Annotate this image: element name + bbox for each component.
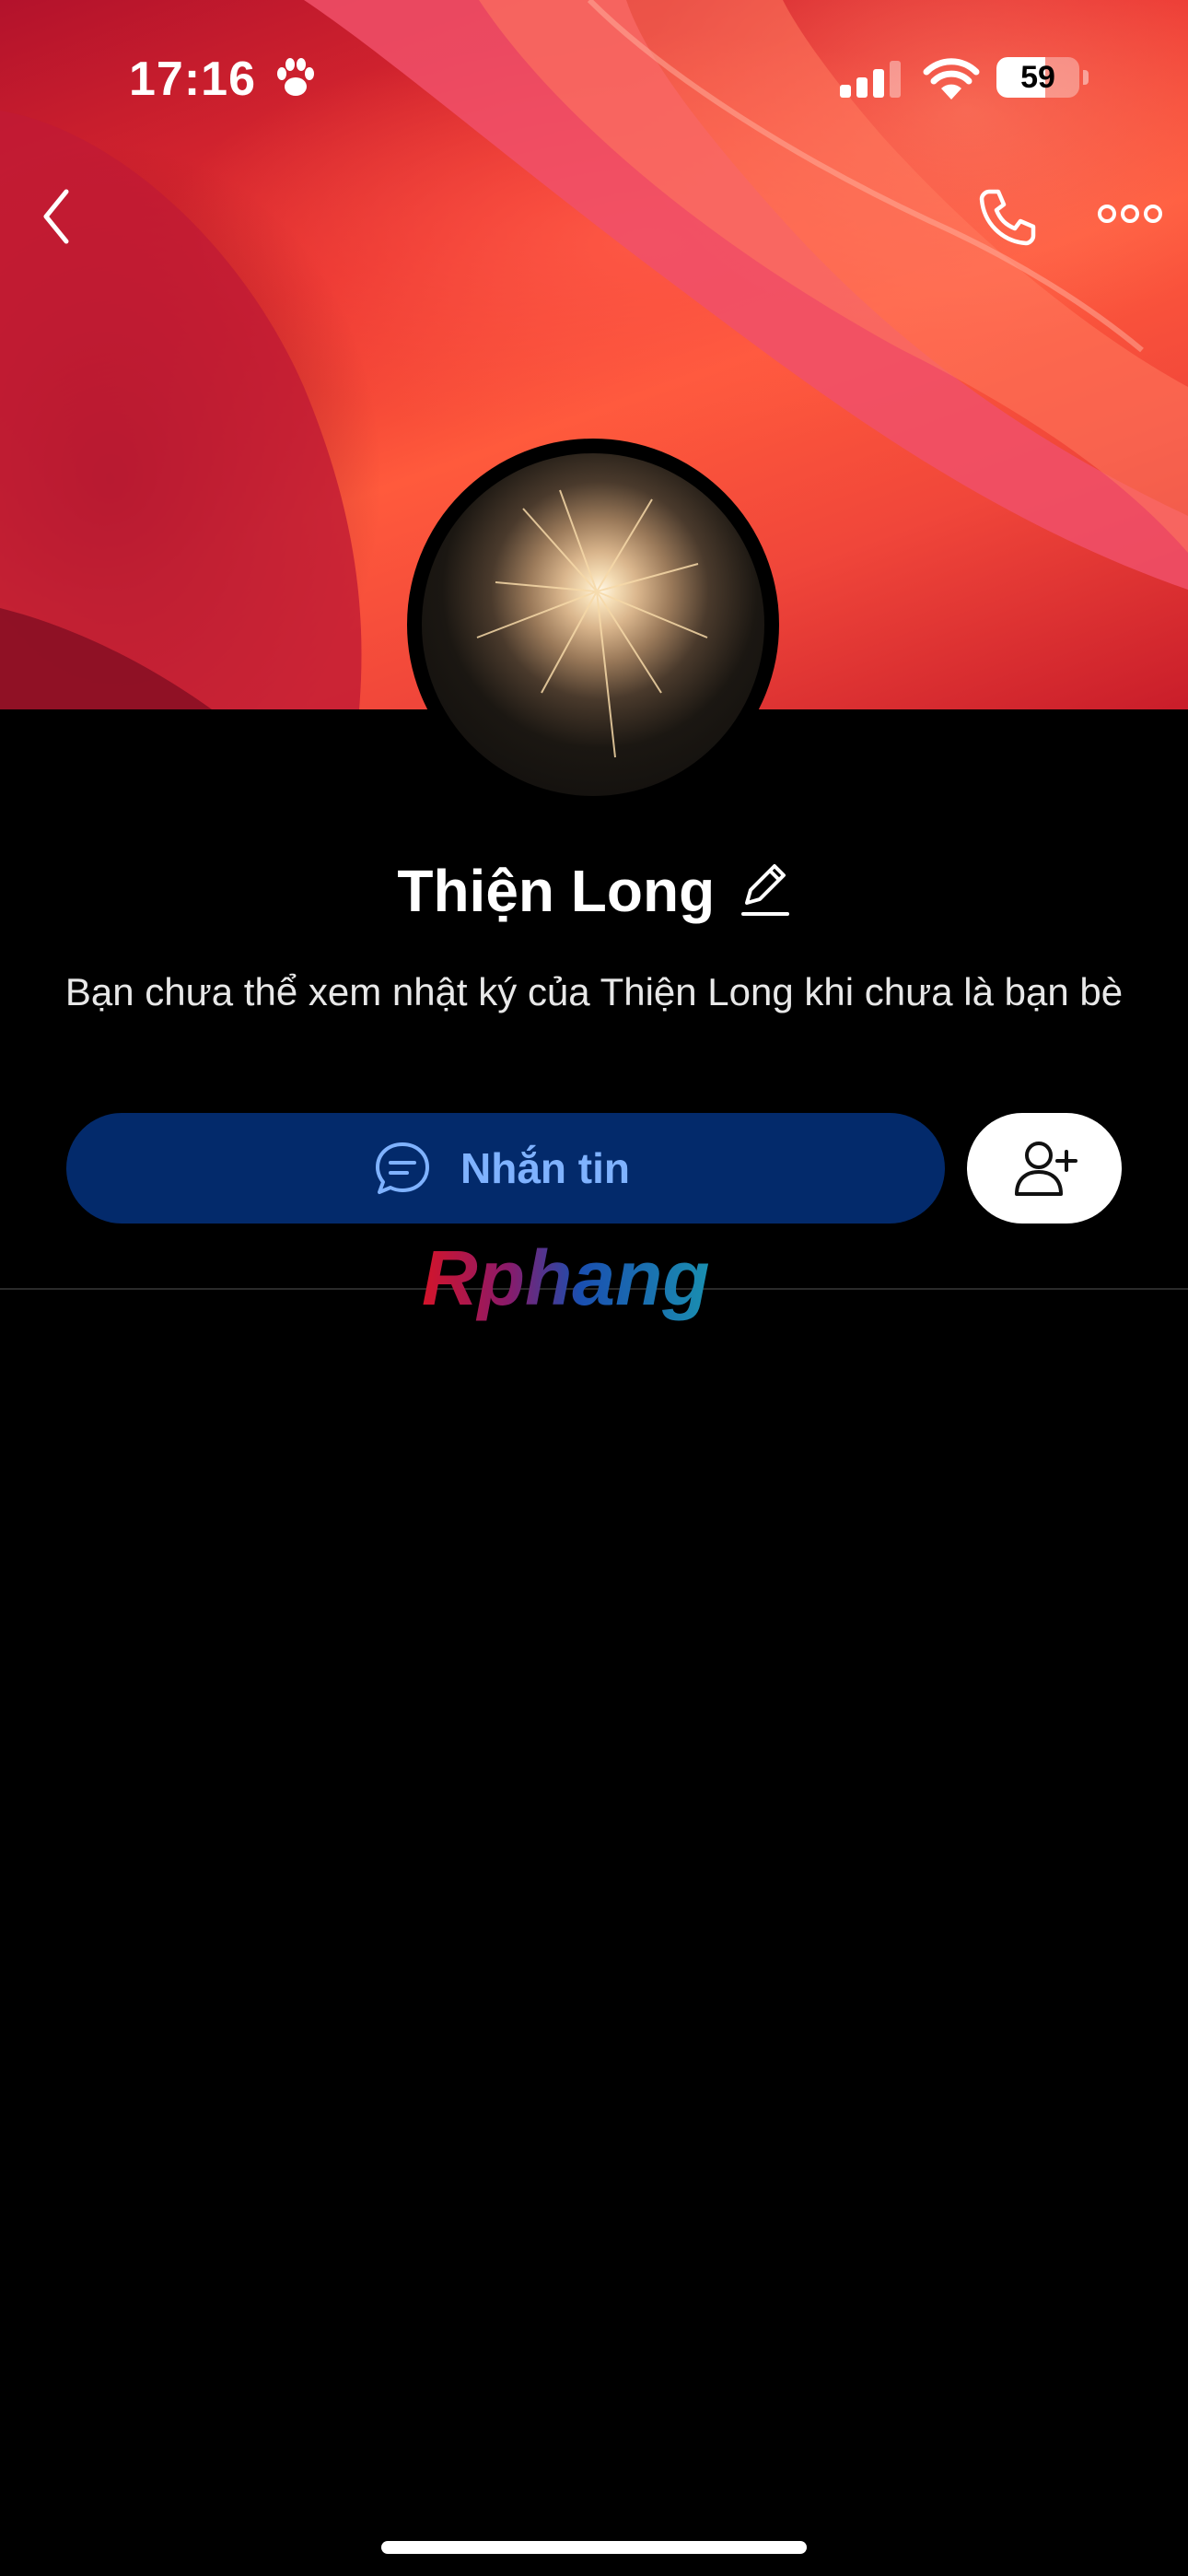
avatar[interactable] (407, 439, 779, 811)
battery-tip (1083, 70, 1089, 85)
battery-icon: 59 (996, 57, 1079, 98)
watermark-text: Rphang (422, 1238, 710, 1321)
edit-pencil-icon[interactable] (740, 862, 791, 919)
back-chevron-icon[interactable] (37, 184, 77, 249)
battery-percent: 59 (1020, 60, 1055, 95)
add-friend-button[interactable] (967, 1113, 1122, 1224)
privacy-notice: Bạn chưa thể xem nhật ký của Thiện Long … (64, 970, 1124, 1013)
home-indicator[interactable] (381, 2541, 807, 2554)
paw-icon (277, 58, 314, 96)
chat-bubble-icon (376, 1142, 429, 1194)
wifi-icon (923, 58, 980, 100)
profile-name-row: Thiện Long (0, 857, 1188, 940)
fireworks-sparks (476, 489, 708, 758)
phone-icon[interactable] (976, 186, 1037, 247)
watermark-logo: Rphang (422, 1238, 710, 1321)
add-friend-icon (1015, 1142, 1077, 1196)
status-time: 17:16 (129, 53, 256, 106)
more-options-icon[interactable] (1098, 203, 1162, 225)
status-bar: 17:16 59 (0, 0, 1188, 157)
profile-name: Thiện Long (397, 858, 716, 924)
cellular-signal-icon (840, 61, 901, 98)
message-button[interactable]: Nhắn tin (66, 1113, 945, 1224)
message-button-label: Nhắn tin (460, 1144, 630, 1192)
